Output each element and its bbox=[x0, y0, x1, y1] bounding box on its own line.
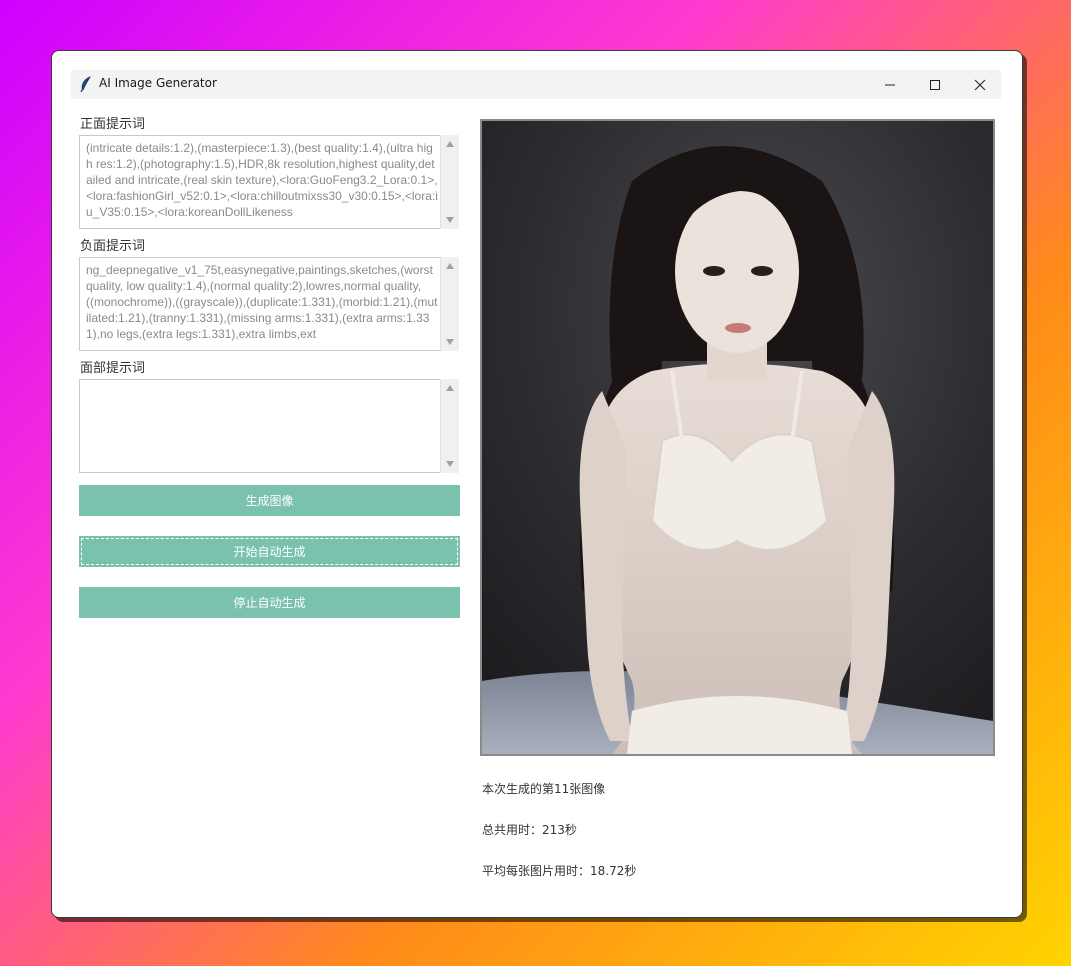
face-prompt-input[interactable] bbox=[79, 379, 459, 473]
title-bar[interactable]: AI Image Generator bbox=[71, 70, 1001, 99]
generated-image bbox=[480, 119, 995, 756]
stop-auto-generate-button[interactable]: 停止自动生成 bbox=[79, 587, 460, 618]
negative-prompt-label: 负面提示词 bbox=[80, 239, 146, 254]
face-prompt-label: 面部提示词 bbox=[80, 361, 146, 376]
close-button[interactable] bbox=[957, 70, 1003, 99]
face-prompt-text[interactable] bbox=[86, 384, 438, 466]
window-title: AI Image Generator bbox=[99, 76, 217, 90]
scroll-up-icon[interactable] bbox=[446, 385, 454, 391]
scroll-down-icon[interactable] bbox=[446, 217, 454, 223]
positive-prompt-label: 正面提示词 bbox=[80, 117, 146, 132]
feather-icon bbox=[80, 76, 91, 92]
negative-prompt-input[interactable]: ng_deepnegative_v1_75t,easynegative,pain… bbox=[79, 257, 459, 351]
maximize-icon bbox=[930, 79, 940, 90]
generation-count: 本次生成的第11张图像 bbox=[482, 782, 606, 796]
generate-button[interactable]: 生成图像 bbox=[79, 485, 460, 516]
positive-prompt-scrollbar[interactable] bbox=[440, 135, 459, 229]
average-time: 平均每张图片用时：18.72秒 bbox=[482, 864, 637, 878]
generated-image-canvas bbox=[482, 121, 993, 754]
minimize-button[interactable] bbox=[867, 70, 913, 99]
positive-prompt-text[interactable]: (intricate details:1.2),(masterpiece:1.3… bbox=[86, 140, 438, 222]
negative-prompt-text[interactable]: ng_deepnegative_v1_75t,easynegative,pain… bbox=[86, 262, 438, 344]
scroll-up-icon[interactable] bbox=[446, 263, 454, 269]
scroll-down-icon[interactable] bbox=[446, 339, 454, 345]
maximize-button[interactable] bbox=[912, 70, 958, 99]
total-time: 总共用时：213秒 bbox=[482, 823, 577, 837]
close-icon bbox=[974, 79, 986, 90]
negative-prompt-scrollbar[interactable] bbox=[440, 257, 459, 351]
start-auto-generate-button[interactable]: 开始自动生成 bbox=[79, 536, 460, 567]
scroll-up-icon[interactable] bbox=[446, 141, 454, 147]
app-window: AI Image Generator 正面提示词 (intricate deta… bbox=[51, 50, 1023, 918]
face-prompt-scrollbar[interactable] bbox=[440, 379, 459, 473]
scroll-down-icon[interactable] bbox=[446, 461, 454, 467]
positive-prompt-input[interactable]: (intricate details:1.2),(masterpiece:1.3… bbox=[79, 135, 459, 229]
minimize-icon bbox=[885, 84, 895, 85]
